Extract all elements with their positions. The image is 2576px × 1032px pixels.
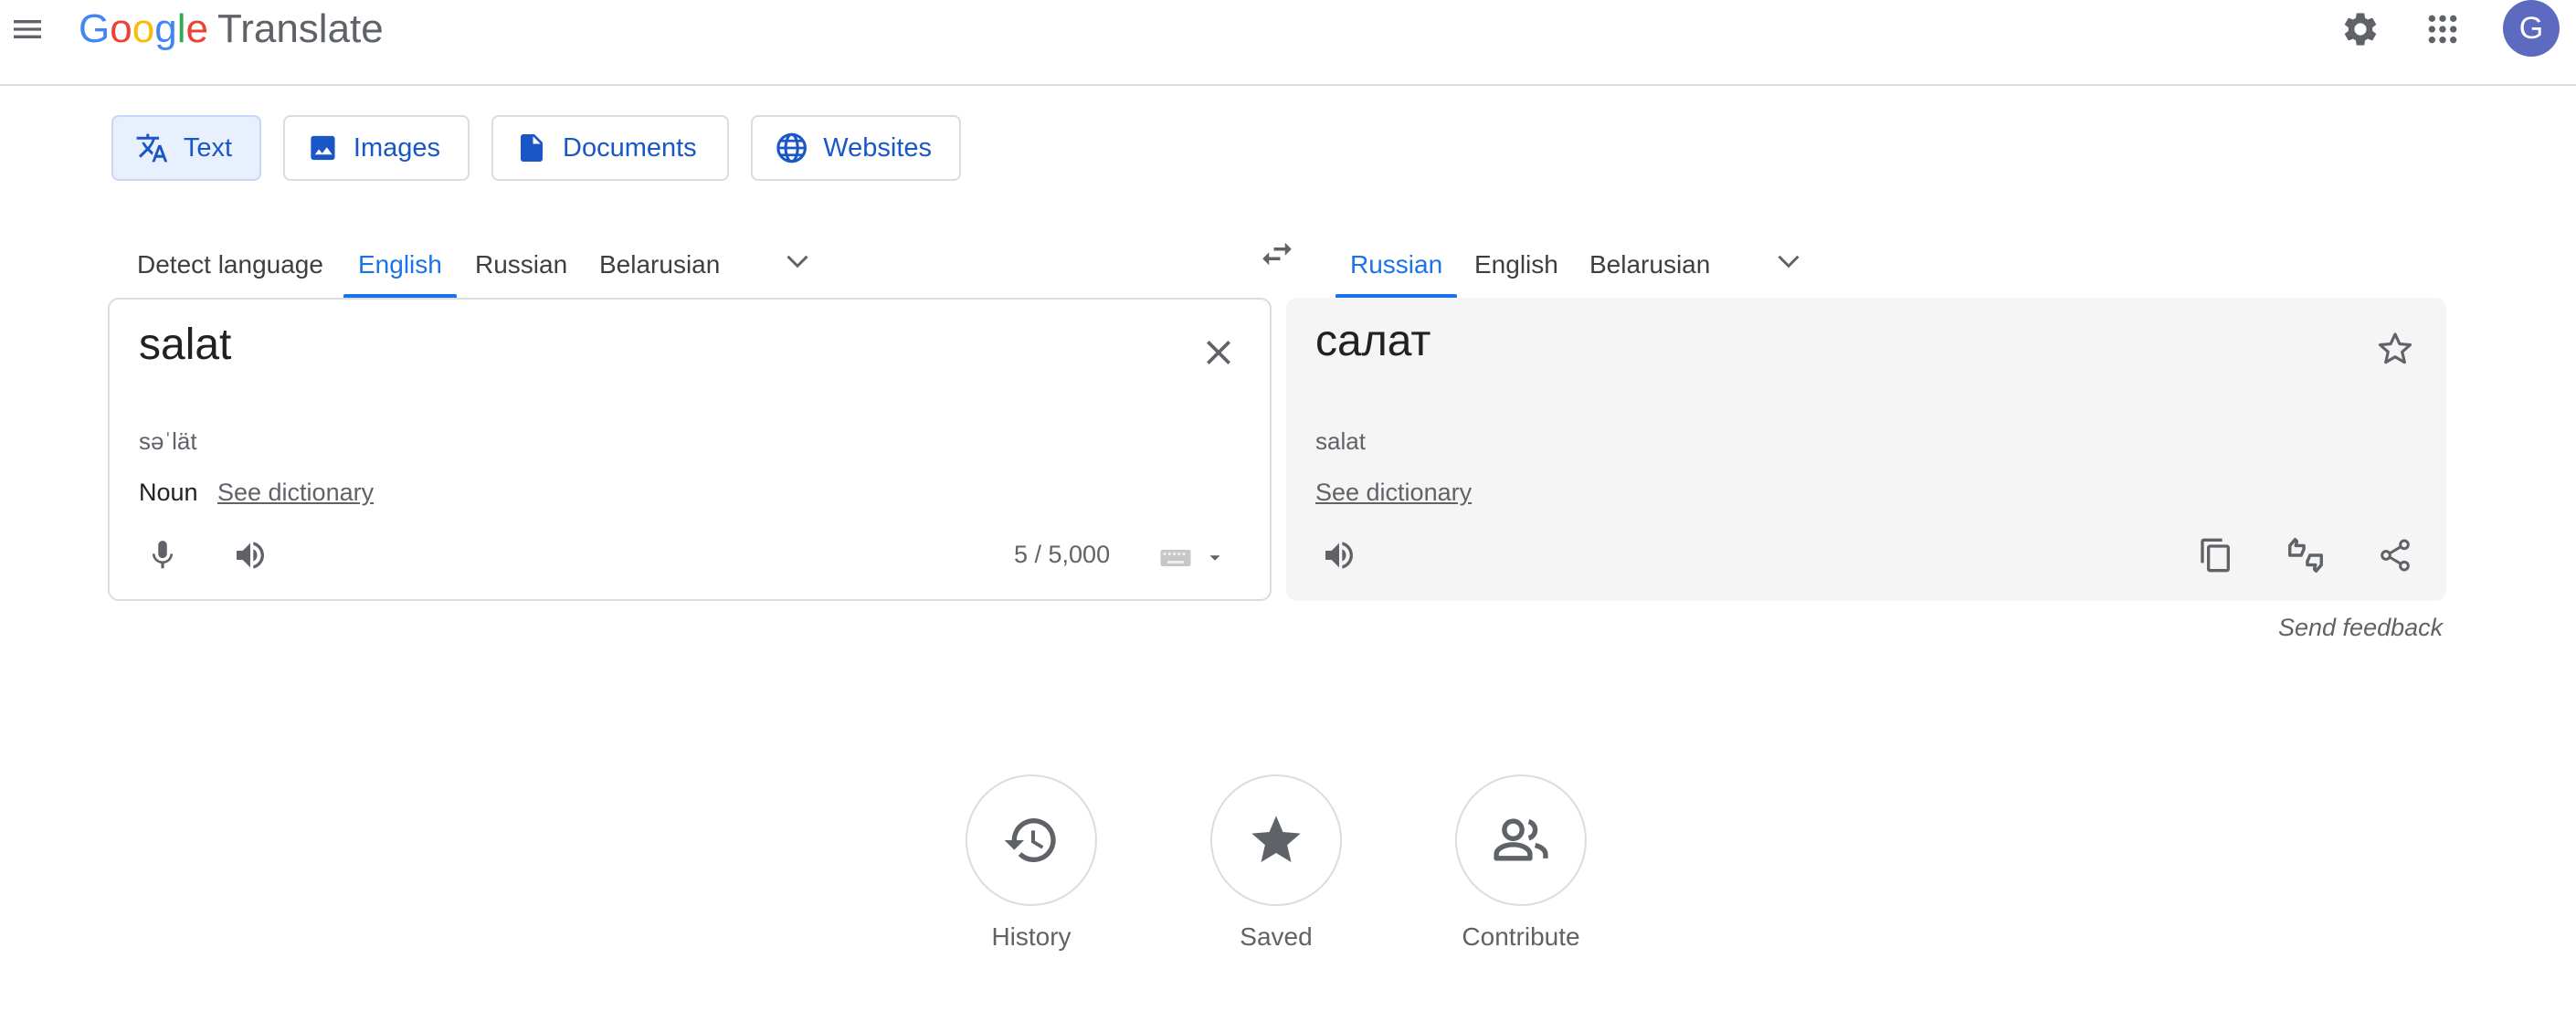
voice-input-button[interactable] [137, 530, 188, 581]
translate-icon [136, 133, 168, 163]
part-of-speech: Noun [139, 479, 198, 506]
target-lang-more-button[interactable] [1763, 236, 1814, 287]
google-apps-button[interactable] [2417, 4, 2468, 55]
swap-icon [1262, 242, 1292, 266]
translation-transliteration: salat [1315, 427, 1366, 455]
swap-languages-button[interactable] [1251, 228, 1303, 279]
clear-source-button[interactable] [1193, 327, 1244, 378]
copy-translation-button[interactable] [2191, 530, 2242, 581]
people-icon [1494, 818, 1548, 861]
image-icon [311, 135, 335, 161]
send-feedback-link[interactable]: Send feedback [2278, 614, 2443, 642]
speaker-icon [237, 542, 264, 569]
source-lang-belarusian[interactable]: Belarusian [599, 234, 720, 296]
speaker-icon [1325, 542, 1353, 569]
source-text-input[interactable]: salat [139, 320, 231, 370]
target-lang-russian[interactable]: Russian [1335, 234, 1458, 298]
mode-images-button[interactable]: Images [283, 115, 470, 181]
target-lang-belarusian[interactable]: Belarusian [1589, 234, 1710, 296]
mode-websites-label: Websites [823, 132, 932, 163]
star-icon [1251, 816, 1301, 862]
logo-letter: e [185, 6, 208, 51]
rate-translation-button[interactable] [2280, 530, 2331, 581]
source-lang-detect[interactable]: Detect language [137, 234, 323, 296]
chevron-down-icon [787, 255, 808, 269]
save-translation-button[interactable] [2370, 323, 2421, 374]
gear-icon [2344, 13, 2377, 46]
input-tools-button[interactable] [1151, 535, 1233, 581]
google-translate-logo[interactable]: Go o g l e Translate [79, 4, 384, 55]
saved-circle[interactable] [1210, 774, 1342, 906]
history-icon [1004, 818, 1056, 862]
mode-documents-label: Documents [563, 132, 697, 163]
contribute-button[interactable]: Contribute [1452, 774, 1589, 952]
microphone-icon [152, 541, 174, 569]
logo-letter: l [176, 6, 186, 51]
apps-grid-icon [2428, 15, 2457, 44]
source-text-panel: salat səˈlät Noun See dictionary 5 / 5,0… [108, 298, 1272, 601]
listen-translation-button[interactable] [1314, 530, 1365, 581]
target-see-dictionary-link[interactable]: See dictionary [1315, 479, 1472, 507]
translation-text: салат [1315, 317, 1431, 365]
star-outline-icon [2378, 332, 2412, 364]
contribute-label: Contribute [1462, 922, 1580, 951]
source-lang-english[interactable]: English [343, 234, 457, 298]
history-label: History [991, 922, 1072, 951]
source-transliteration: səˈlät [139, 427, 197, 455]
history-button[interactable]: History [963, 774, 1100, 952]
saved-button[interactable]: Saved [1208, 774, 1345, 952]
mode-documents-button[interactable]: Documents [491, 115, 729, 181]
thumbs-up-down-icon [2288, 538, 2323, 573]
logo-letter: G [79, 6, 111, 51]
document-icon [521, 134, 543, 162]
mode-images-label: Images [353, 132, 440, 163]
mode-text-button[interactable]: Text [111, 115, 261, 181]
chevron-down-icon [1778, 255, 1800, 269]
translation-panel: салат salat See dictionary [1286, 298, 2446, 601]
settings-button[interactable] [2335, 4, 2386, 55]
top-bar: Go o g l e Translate G [0, 0, 2576, 86]
logo-letter: o [110, 6, 132, 51]
account-avatar[interactable]: G [2503, 0, 2560, 57]
source-see-dictionary-link[interactable]: See dictionary [217, 479, 374, 507]
mode-text-label: Text [183, 132, 232, 163]
product-name: Translate [216, 6, 384, 51]
main-menu-button[interactable] [2, 4, 53, 55]
keyboard-icon [1160, 550, 1191, 566]
listen-source-button[interactable] [225, 530, 276, 581]
logo-letter: o [132, 6, 155, 51]
target-lang-english[interactable]: English [1474, 234, 1558, 296]
close-icon [1207, 341, 1230, 364]
globe-icon [776, 132, 807, 163]
logo-letter: g [154, 6, 177, 51]
source-lang-more-button[interactable] [772, 236, 823, 287]
caret-down-icon [1209, 555, 1220, 561]
character-count: 5 / 5,000 [1014, 541, 1111, 568]
source-lang-russian[interactable]: Russian [475, 234, 567, 296]
menu-icon [14, 20, 41, 38]
contribute-circle[interactable] [1455, 774, 1587, 906]
mode-websites-button[interactable]: Websites [751, 115, 961, 181]
history-circle[interactable] [966, 774, 1097, 906]
share-translation-button[interactable] [2370, 530, 2421, 581]
saved-label: Saved [1240, 922, 1313, 951]
share-icon [2381, 539, 2410, 572]
copy-icon [2201, 538, 2230, 573]
